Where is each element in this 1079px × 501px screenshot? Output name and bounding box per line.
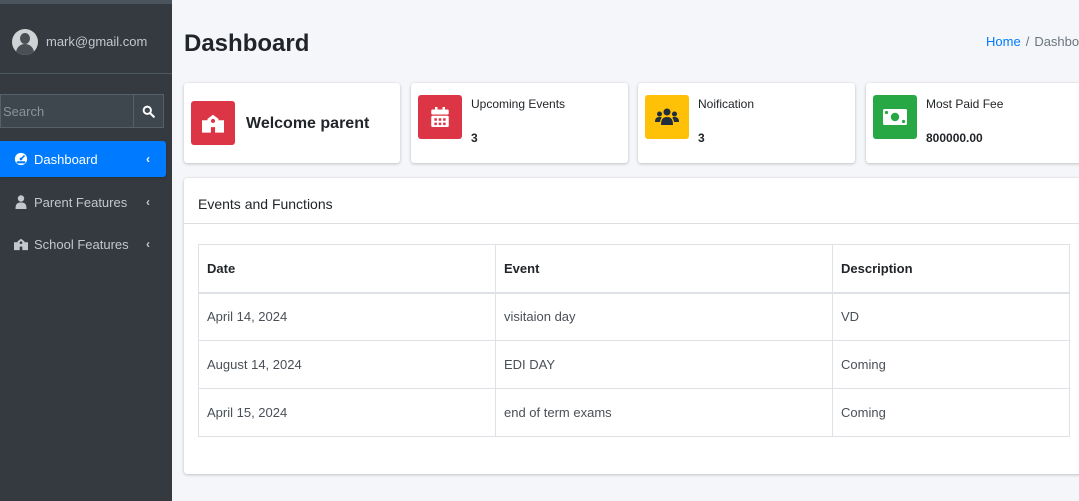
cell-event: EDI DAY: [495, 340, 833, 389]
info-box-welcome: Welcome parent: [184, 83, 400, 163]
sidebar-item-school-features[interactable]: School Features ‹: [0, 226, 166, 262]
info-box-label: Noification: [698, 97, 755, 111]
school-icon: [191, 101, 235, 145]
table-row: April 15, 2024 end of term exams Coming: [198, 388, 1070, 437]
user-icon: [14, 195, 28, 209]
page-title: Dashboard: [184, 30, 310, 57]
users-icon: [645, 95, 689, 139]
info-box-upcoming-events: Upcoming Events 3: [411, 83, 628, 163]
breadcrumb-home-link[interactable]: Home: [986, 34, 1021, 49]
cell-description: VD: [832, 292, 1070, 341]
table-header-row: Date Event Description: [198, 244, 1070, 294]
breadcrumb-separator: /: [1025, 34, 1030, 49]
info-box-most-paid-fee: Most Paid Fee 800000.00: [866, 83, 1079, 163]
cell-date: August 14, 2024: [198, 340, 496, 389]
sidebar-top-border: [0, 0, 172, 4]
column-header-description: Description: [832, 244, 1070, 294]
info-box-value: 3: [471, 131, 478, 145]
info-box-value: 800000.00: [926, 131, 983, 145]
search-icon: [142, 105, 155, 118]
sidebar-item-dashboard[interactable]: Dashboard ‹: [0, 141, 166, 177]
calendar-icon: [418, 95, 462, 139]
money-bill-icon: [873, 95, 917, 139]
chevron-left-icon: ‹: [146, 237, 150, 251]
info-box-value: 3: [698, 131, 705, 145]
breadcrumb-current: Dashboard: [1034, 34, 1079, 49]
card-header: Events and Functions: [184, 178, 1079, 224]
table-row: April 14, 2024 visitaion day VD: [198, 292, 1070, 341]
sidebar-search: [0, 94, 164, 128]
breadcrumb: Home / Dashboard: [986, 34, 1079, 49]
cell-event: end of term exams: [495, 388, 833, 437]
chevron-left-icon: ‹: [146, 195, 150, 209]
events-table: Date Event Description April 14, 2024 vi…: [198, 244, 1070, 437]
info-box-label: Most Paid Fee: [926, 97, 1004, 111]
school-icon: [14, 237, 28, 251]
info-box-notification: Noification 3: [638, 83, 855, 163]
user-email[interactable]: mark@gmail.com: [46, 34, 147, 49]
table-row: August 14, 2024 EDI DAY Coming: [198, 340, 1070, 389]
search-input[interactable]: [1, 95, 135, 127]
column-header-event: Event: [495, 244, 833, 294]
cell-description: Coming: [832, 388, 1070, 437]
avatar[interactable]: [12, 29, 38, 55]
cell-date: April 14, 2024: [198, 292, 496, 341]
user-panel[interactable]: mark@gmail.com: [0, 8, 172, 74]
sidebar-item-label: School Features: [34, 236, 129, 252]
tachometer-icon: [14, 152, 28, 166]
sidebar-item-label: Dashboard: [34, 151, 98, 167]
cell-date: April 15, 2024: [198, 388, 496, 437]
info-box-label: Upcoming Events: [471, 97, 566, 111]
cell-event: visitaion day: [495, 292, 833, 341]
sidebar-item-parent-features[interactable]: Parent Features ‹: [0, 184, 166, 220]
chevron-left-icon: ‹: [146, 152, 150, 166]
events-card: Events and Functions Date Event Descript…: [184, 178, 1079, 474]
column-header-date: Date: [198, 244, 496, 294]
sidebar: mark@gmail.com Dashboard ‹: [0, 0, 172, 501]
search-button[interactable]: [133, 95, 163, 127]
card-title: Events and Functions: [198, 196, 333, 212]
welcome-text: Welcome parent: [246, 115, 370, 132]
sidebar-item-label: Parent Features: [34, 194, 128, 210]
cell-description: Coming: [832, 340, 1070, 389]
